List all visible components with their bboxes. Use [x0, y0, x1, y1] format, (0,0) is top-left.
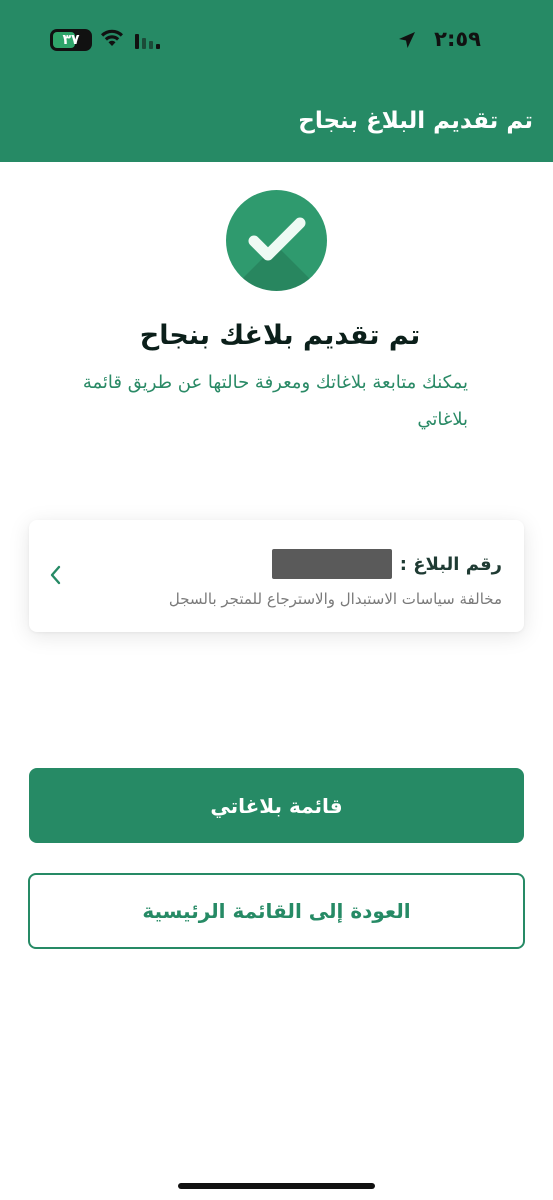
my-reports-button[interactable]: قائمة بلاغاتي — [29, 768, 524, 843]
status-bar: ٣٧ ٢:٥٩ — [0, 0, 553, 80]
success-description: يمكنك متابعة بلاغاتك ومعرفة حالتها عن طر… — [82, 372, 468, 430]
page-title: تم تقديم البلاغ بنجاح — [298, 108, 533, 134]
report-number-row: رقم البلاغ : — [271, 549, 502, 579]
wifi-icon — [101, 29, 123, 46]
back-to-home-button[interactable]: العودة إلى القائمة الرئيسية — [28, 873, 525, 949]
report-description: مخالفة سياسات الاستبدال والاسترجاع للمتج… — [168, 590, 502, 608]
status-time: ٢:٥٩ — [434, 27, 481, 51]
battery-icon: ٣٧ — [50, 29, 92, 51]
home-indicator[interactable] — [178, 1183, 375, 1189]
report-number-label: رقم البلاغ : — [399, 553, 502, 575]
battery-percent: ٣٧ — [62, 32, 80, 48]
signal-icon — [135, 34, 160, 49]
success-title: تم تقديم بلاغك بنجاح — [139, 320, 421, 351]
report-card[interactable]: رقم البلاغ : مخالفة سياسات الاستبدال وال… — [29, 520, 524, 632]
location-arrow-icon — [399, 32, 415, 48]
header-bar: ٣٧ ٢:٥٩ تم تقديم البلاغ بنجاح — [0, 0, 553, 162]
chevron-left-icon[interactable] — [47, 564, 65, 586]
checkmark-icon — [248, 217, 306, 261]
report-number-redacted — [271, 549, 392, 579]
check-circle-icon — [226, 190, 327, 291]
